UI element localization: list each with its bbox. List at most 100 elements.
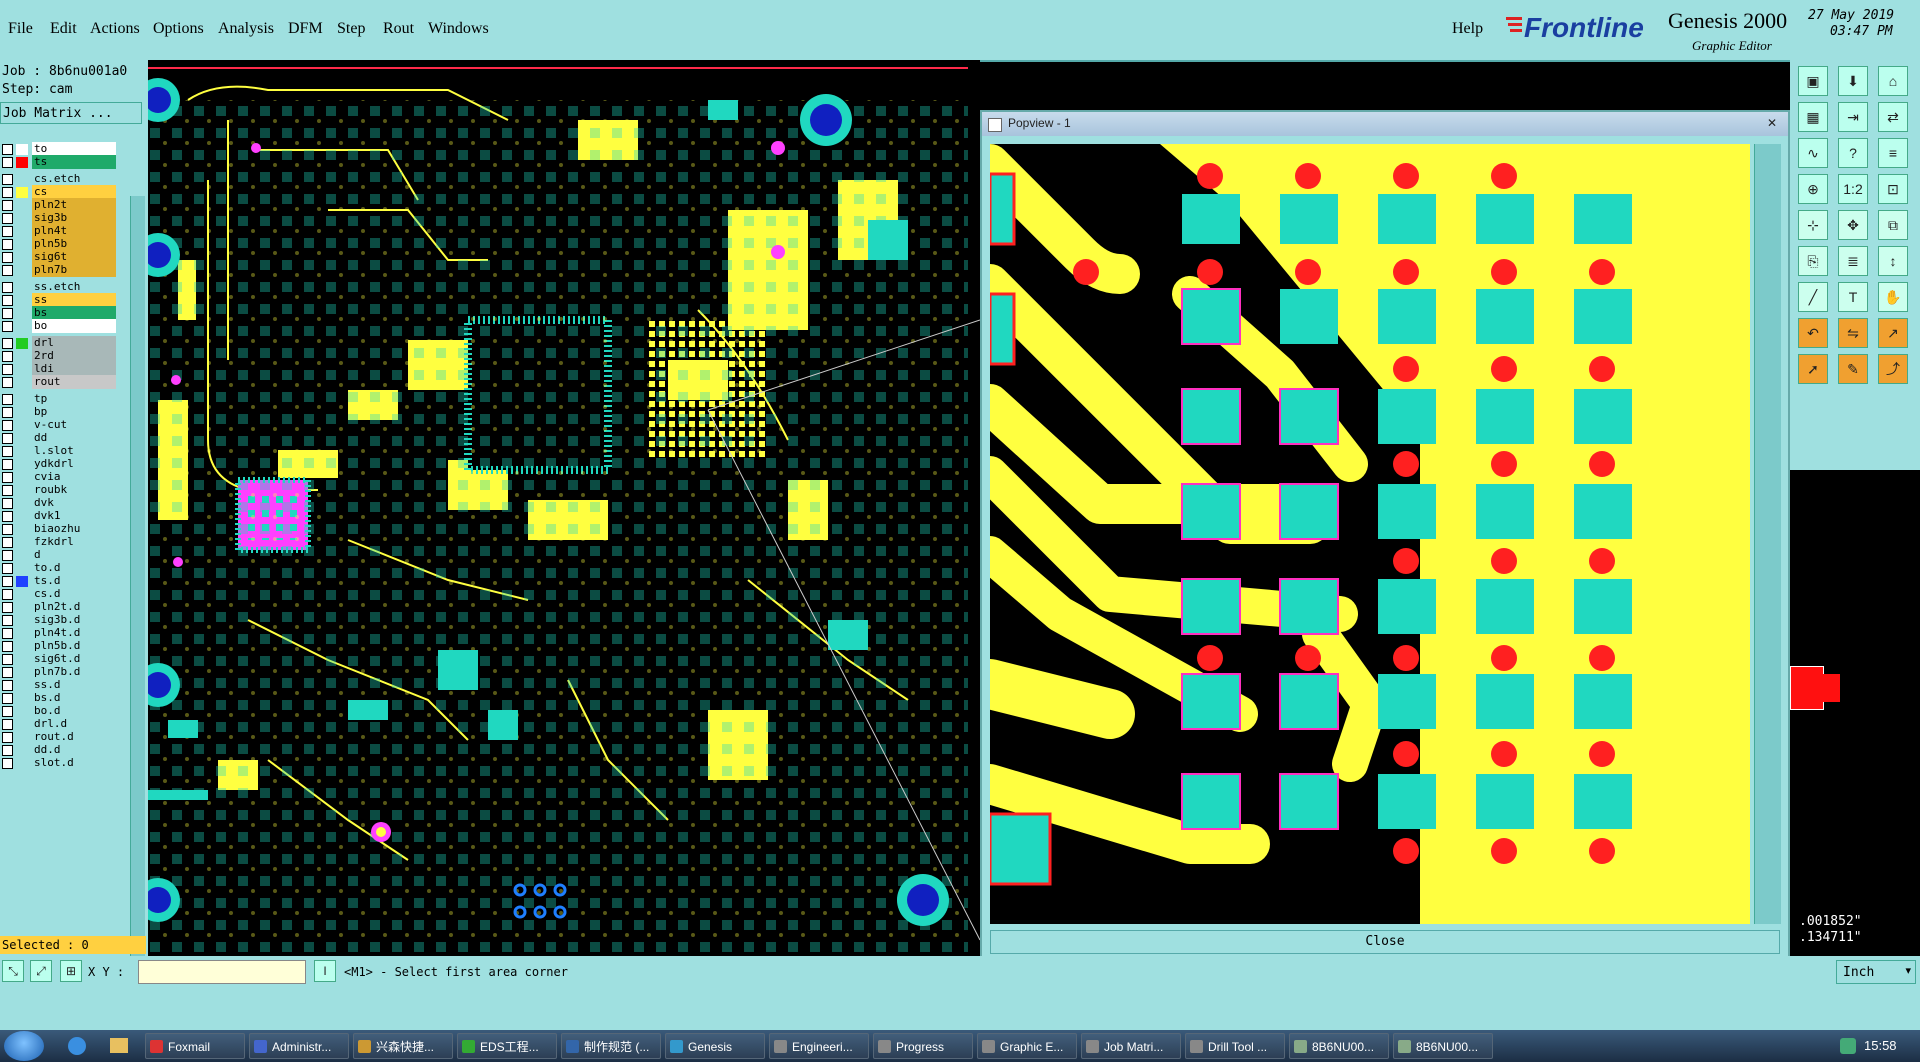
layer-checkbox[interactable] xyxy=(2,295,13,306)
layer-checkbox[interactable] xyxy=(2,641,13,652)
layer-row-tp[interactable]: tp xyxy=(0,392,118,406)
undo-icon[interactable]: ↶ xyxy=(1798,318,1828,348)
layer-checkbox[interactable] xyxy=(2,239,13,250)
layer-row-ss-etch[interactable]: ss.etch xyxy=(0,280,118,294)
layer-row-bs[interactable]: bs xyxy=(0,306,118,320)
edit-icon[interactable]: ✎ xyxy=(1838,354,1868,384)
layer-checkbox[interactable] xyxy=(2,472,13,483)
layer-checkbox[interactable] xyxy=(2,719,13,730)
layers-icon[interactable]: ≡ xyxy=(1878,138,1908,168)
layer-checkbox[interactable] xyxy=(2,498,13,509)
route-icon[interactable]: ⤴ xyxy=(1878,354,1908,384)
layer-checkbox[interactable] xyxy=(2,213,13,224)
layer-row-to[interactable]: to xyxy=(0,142,118,156)
layer-checkbox[interactable] xyxy=(2,654,13,665)
layer-row-bo[interactable]: bo xyxy=(0,319,118,333)
pan-icon[interactable]: ✥ xyxy=(1838,210,1868,240)
layer-row-cs-d[interactable]: cs.d xyxy=(0,587,118,601)
layer-row-d[interactable]: d xyxy=(0,548,118,562)
start-button[interactable] xyxy=(4,1031,44,1061)
layer-checkbox[interactable] xyxy=(2,758,13,769)
arrow-in-icon[interactable]: ⇥ xyxy=(1838,102,1868,132)
scale-icon[interactable]: 1:2 xyxy=(1838,174,1868,204)
layer-row-ss[interactable]: ss xyxy=(0,293,118,307)
taskbar-item[interactable]: Administr... xyxy=(249,1033,349,1059)
ie-icon[interactable] xyxy=(68,1037,86,1055)
layer-checkbox[interactable] xyxy=(2,364,13,375)
layer-checkbox[interactable] xyxy=(2,459,13,470)
layer-checkbox[interactable] xyxy=(2,576,13,587)
layer-row-bo-d[interactable]: bo.d xyxy=(0,704,118,718)
layer-row-sig3b[interactable]: sig3b xyxy=(0,211,118,225)
layer-checkbox[interactable] xyxy=(2,667,13,678)
layer-row-l-slot[interactable]: l.slot xyxy=(0,444,118,458)
layer-checkbox[interactable] xyxy=(2,745,13,756)
layer-checkbox[interactable] xyxy=(2,563,13,574)
layer-checkbox[interactable] xyxy=(2,680,13,691)
layer-row-bs-d[interactable]: bs.d xyxy=(0,691,118,705)
layer-row-cvia[interactable]: cvia xyxy=(0,470,118,484)
popview-canvas[interactable] xyxy=(990,144,1750,924)
folder-icon[interactable] xyxy=(110,1038,128,1053)
layer-row-ydkdrl[interactable]: ydkdrl xyxy=(0,457,118,471)
layer-row-sig6t[interactable]: sig6t xyxy=(0,250,118,264)
menu-analysis[interactable]: Analysis xyxy=(218,20,274,38)
layer-row-pln2t-d[interactable]: pln2t.d xyxy=(0,600,118,614)
layer-row-cs[interactable]: cs xyxy=(0,185,118,199)
layer-row-to-d[interactable]: to.d xyxy=(0,561,118,575)
layer-row-biaozhu[interactable]: biaozhu xyxy=(0,522,118,536)
layer-checkbox[interactable] xyxy=(2,265,13,276)
layer-row-fzkdrl[interactable]: fzkdrl xyxy=(0,535,118,549)
menu-actions[interactable]: Actions xyxy=(90,20,140,38)
menu-dfm[interactable]: DFM xyxy=(288,20,323,38)
layer-checkbox[interactable] xyxy=(2,252,13,263)
arrow-icon[interactable]: ↗ xyxy=(1878,318,1908,348)
zoom-area-icon[interactable]: ⤡ xyxy=(2,960,24,982)
grab-icon[interactable]: ✋ xyxy=(1878,282,1908,312)
layer-row-ts-d[interactable]: ts.d xyxy=(0,574,118,588)
layer-scrollbar[interactable] xyxy=(130,196,145,991)
taskbar-item[interactable]: 制作规范 (... xyxy=(561,1033,661,1059)
snap-icon[interactable]: ⊹ xyxy=(1798,210,1828,240)
grid-icon[interactable]: ▦ xyxy=(1798,102,1828,132)
draw-icon[interactable]: ╱ xyxy=(1798,282,1828,312)
taskbar-item[interactable]: Job Matri... xyxy=(1081,1033,1181,1059)
window-icon[interactable]: ▣ xyxy=(1798,66,1828,96)
zoom-fit-icon[interactable]: ⤢ xyxy=(30,960,52,982)
layer-row-sig6t-d[interactable]: sig6t.d xyxy=(0,652,118,666)
zoom-icon[interactable]: ⊕ xyxy=(1798,174,1828,204)
layer-row-pln5b-d[interactable]: pln5b.d xyxy=(0,639,118,653)
layer-checkbox[interactable] xyxy=(2,226,13,237)
move-icon[interactable]: ↕ xyxy=(1878,246,1908,276)
taskbar-item[interactable]: Engineeri... xyxy=(769,1033,869,1059)
layer-row-dd-d[interactable]: dd.d xyxy=(0,743,118,757)
layer-checkbox[interactable] xyxy=(2,524,13,535)
grid-toggle-icon[interactable]: ⊞ xyxy=(60,960,82,982)
layer-row-drl[interactable]: drl xyxy=(0,336,118,350)
layer-row-ldi[interactable]: ldi xyxy=(0,362,118,376)
layer-row-drl-d[interactable]: drl.d xyxy=(0,717,118,731)
layer-checkbox[interactable] xyxy=(2,394,13,405)
home-icon[interactable]: ⌂ xyxy=(1878,66,1908,96)
layer-checkbox[interactable] xyxy=(2,174,13,185)
layer-row-ts[interactable]: ts xyxy=(0,155,118,169)
menu-rout[interactable]: Rout xyxy=(383,20,414,38)
xy-input[interactable] xyxy=(138,960,306,984)
cursor-mode-icon[interactable]: I xyxy=(314,960,336,982)
layer-checkbox[interactable] xyxy=(2,200,13,211)
menu-step[interactable]: Step xyxy=(337,20,365,38)
layer-checkbox[interactable] xyxy=(2,615,13,626)
measure-icon[interactable]: ⊡ xyxy=(1878,174,1908,204)
text-icon[interactable]: T xyxy=(1838,282,1868,312)
layer-row-pln2t[interactable]: pln2t xyxy=(0,198,118,212)
layer-checkbox[interactable] xyxy=(2,407,13,418)
menu-edit[interactable]: Edit xyxy=(50,20,77,38)
layer-checkbox[interactable] xyxy=(2,706,13,717)
layer-row-2rd[interactable]: 2rd xyxy=(0,349,118,363)
layer-checkbox[interactable] xyxy=(2,321,13,332)
popview-close-button[interactable]: Close xyxy=(990,930,1780,954)
layer-row-pln5b[interactable]: pln5b xyxy=(0,237,118,251)
taskbar-item[interactable]: EDS工程... xyxy=(457,1033,557,1059)
layer-row-dvk[interactable]: dvk xyxy=(0,496,118,510)
menu-options[interactable]: Options xyxy=(153,20,204,38)
